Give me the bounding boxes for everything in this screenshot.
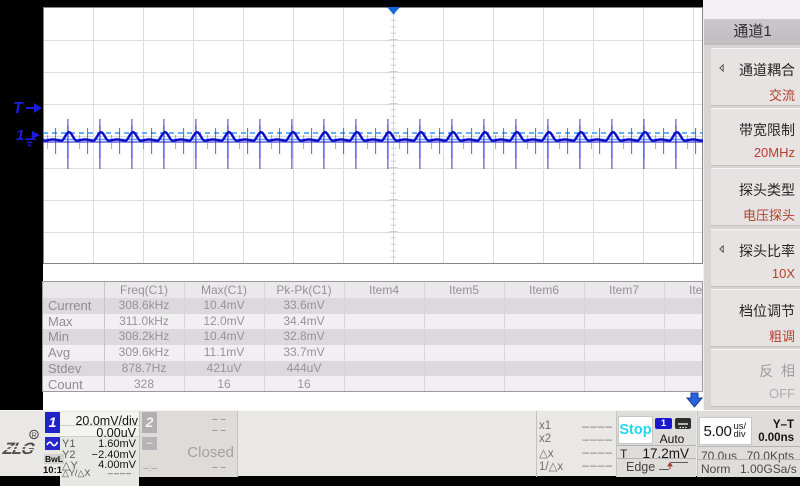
svg-text:ZLG: ZLG bbox=[2, 439, 37, 458]
svg-text:R: R bbox=[31, 432, 36, 439]
